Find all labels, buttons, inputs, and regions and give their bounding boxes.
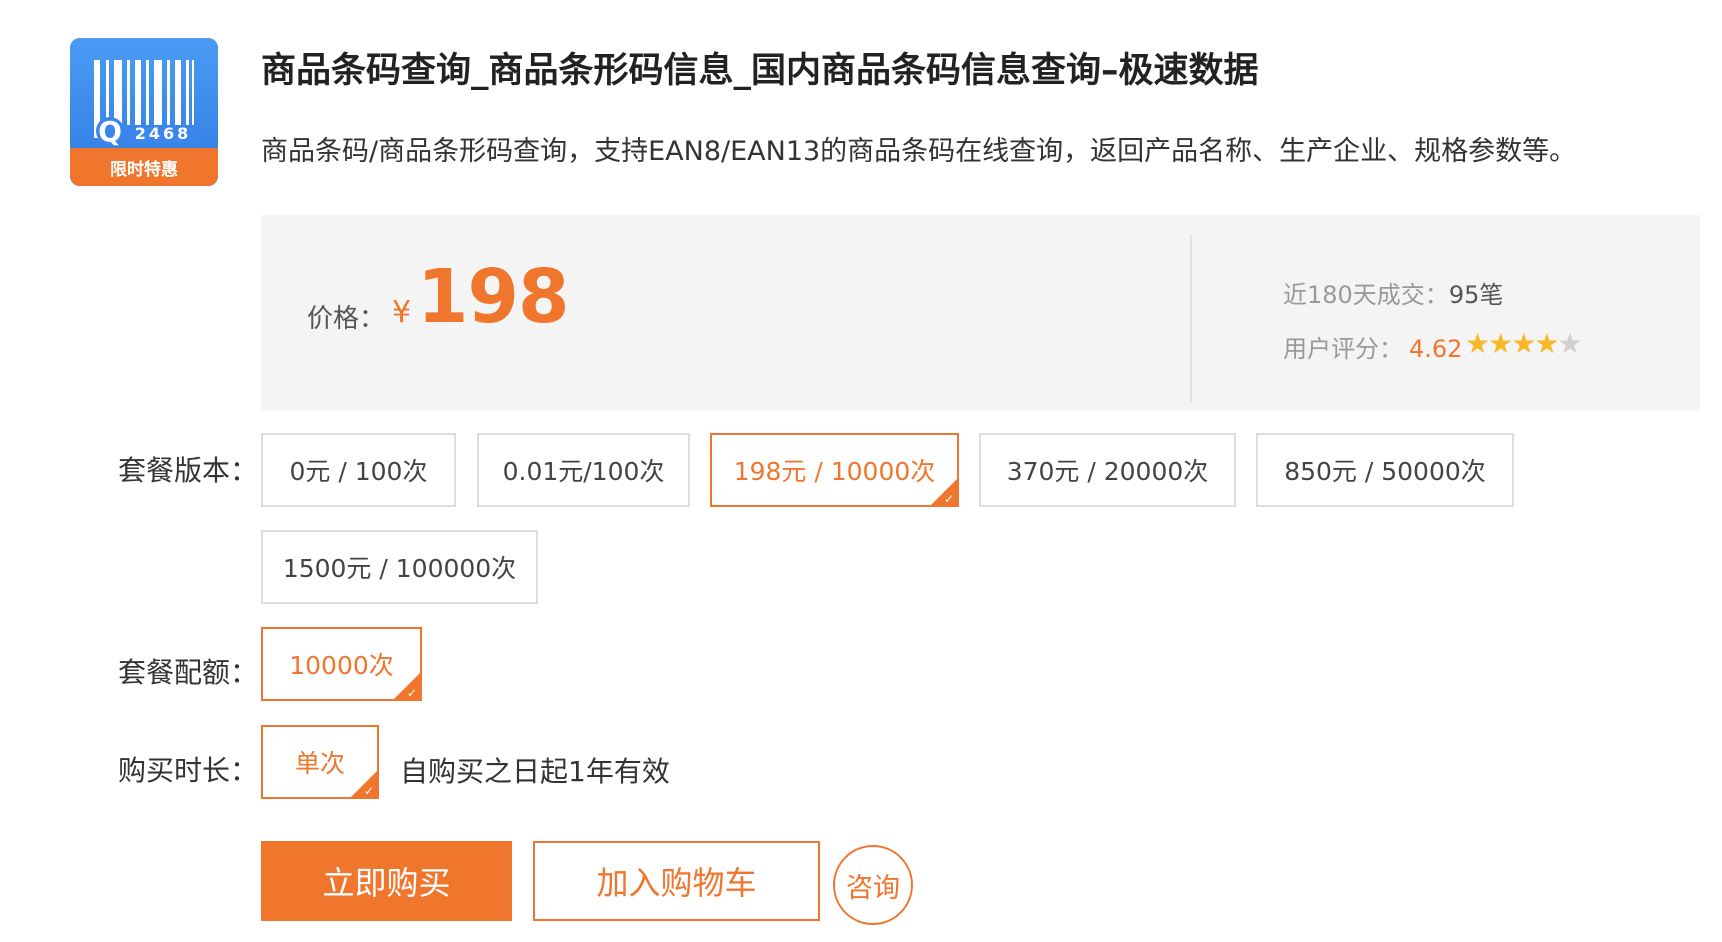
star-icon: ★★★★ <box>1465 327 1559 360</box>
validity-note: 自购买之日起1年有效 <box>400 755 670 788</box>
quota-option-0[interactable]: 10000次 <box>261 627 422 701</box>
package-option-label: 850元 / 50000次 <box>1284 457 1486 486</box>
consult-label: 咨询 <box>846 872 900 904</box>
logo-badge: 限时特惠 <box>110 159 178 180</box>
price-value: 198 <box>417 254 569 340</box>
rating-score: 4.62 <box>1409 335 1463 363</box>
rating-label: 用户评分： <box>1283 335 1403 363</box>
product-description: 商品条码/商品条形码查询，支持EAN8/EAN13的商品条码在线查询，返回产品名… <box>261 136 1577 167</box>
package-option-label: 0元 / 100次 <box>289 457 428 486</box>
package-option-3[interactable]: 370元 / 20000次 <box>979 433 1236 507</box>
buy-now-button[interactable]: 立即购买 <box>261 841 512 921</box>
duration-option-label: 单次 <box>294 749 345 778</box>
package-option-4[interactable]: 850元 / 50000次 <box>1256 433 1514 507</box>
barcode-icon: 2468 Q 限时特惠 <box>70 38 218 186</box>
quota-option-label: 10000次 <box>289 651 394 680</box>
price-label: 价格： <box>307 304 386 334</box>
package-label: 套餐版本： <box>118 454 259 487</box>
currency-symbol: ¥ <box>392 295 412 330</box>
package-option-label: 1500元 / 100000次 <box>282 554 517 583</box>
package-option-label: 198元 / 10000次 <box>733 457 936 486</box>
package-option-label: 0.01元/100次 <box>502 457 665 486</box>
logo-q-letter: Q <box>98 115 122 148</box>
duration-label: 购买时长： <box>118 754 259 787</box>
quota-label: 套餐配额： <box>118 656 259 689</box>
price-panel: 价格： ¥ 198 近180天成交：95笔 用户评分： 4.62 ★★★★★ <box>261 215 1700 411</box>
sales-value: 95笔 <box>1448 281 1504 309</box>
rating-stars: ★★★★★ <box>1465 327 1583 360</box>
panel-divider <box>1190 235 1192 403</box>
duration-option-0[interactable]: 单次 <box>261 725 379 799</box>
consult-button[interactable]: 咨询 <box>833 845 913 925</box>
half-star-icon: ★ <box>1557 327 1582 360</box>
package-option-0[interactable]: 0元 / 100次 <box>261 433 456 507</box>
user-rating: 用户评分： 4.62 <box>1283 329 1462 364</box>
sales-label: 近180天成交： <box>1283 281 1449 309</box>
logo-digits: 2468 <box>135 124 192 143</box>
package-option-1[interactable]: 0.01元/100次 <box>477 433 690 507</box>
sales-count: 近180天成交：95笔 <box>1283 275 1503 310</box>
page-title: 商品条码查询_商品条形码信息_国内商品条码信息查询–极速数据 <box>261 51 1259 91</box>
package-option-2[interactable]: 198元 / 10000次 <box>710 433 959 507</box>
package-option-label: 370元 / 20000次 <box>1006 457 1209 486</box>
package-option-5[interactable]: 1500元 / 100000次 <box>261 530 538 604</box>
add-to-cart-button[interactable]: 加入购物车 <box>533 841 820 921</box>
product-logo: 2468 Q 限时特惠 <box>70 38 218 186</box>
